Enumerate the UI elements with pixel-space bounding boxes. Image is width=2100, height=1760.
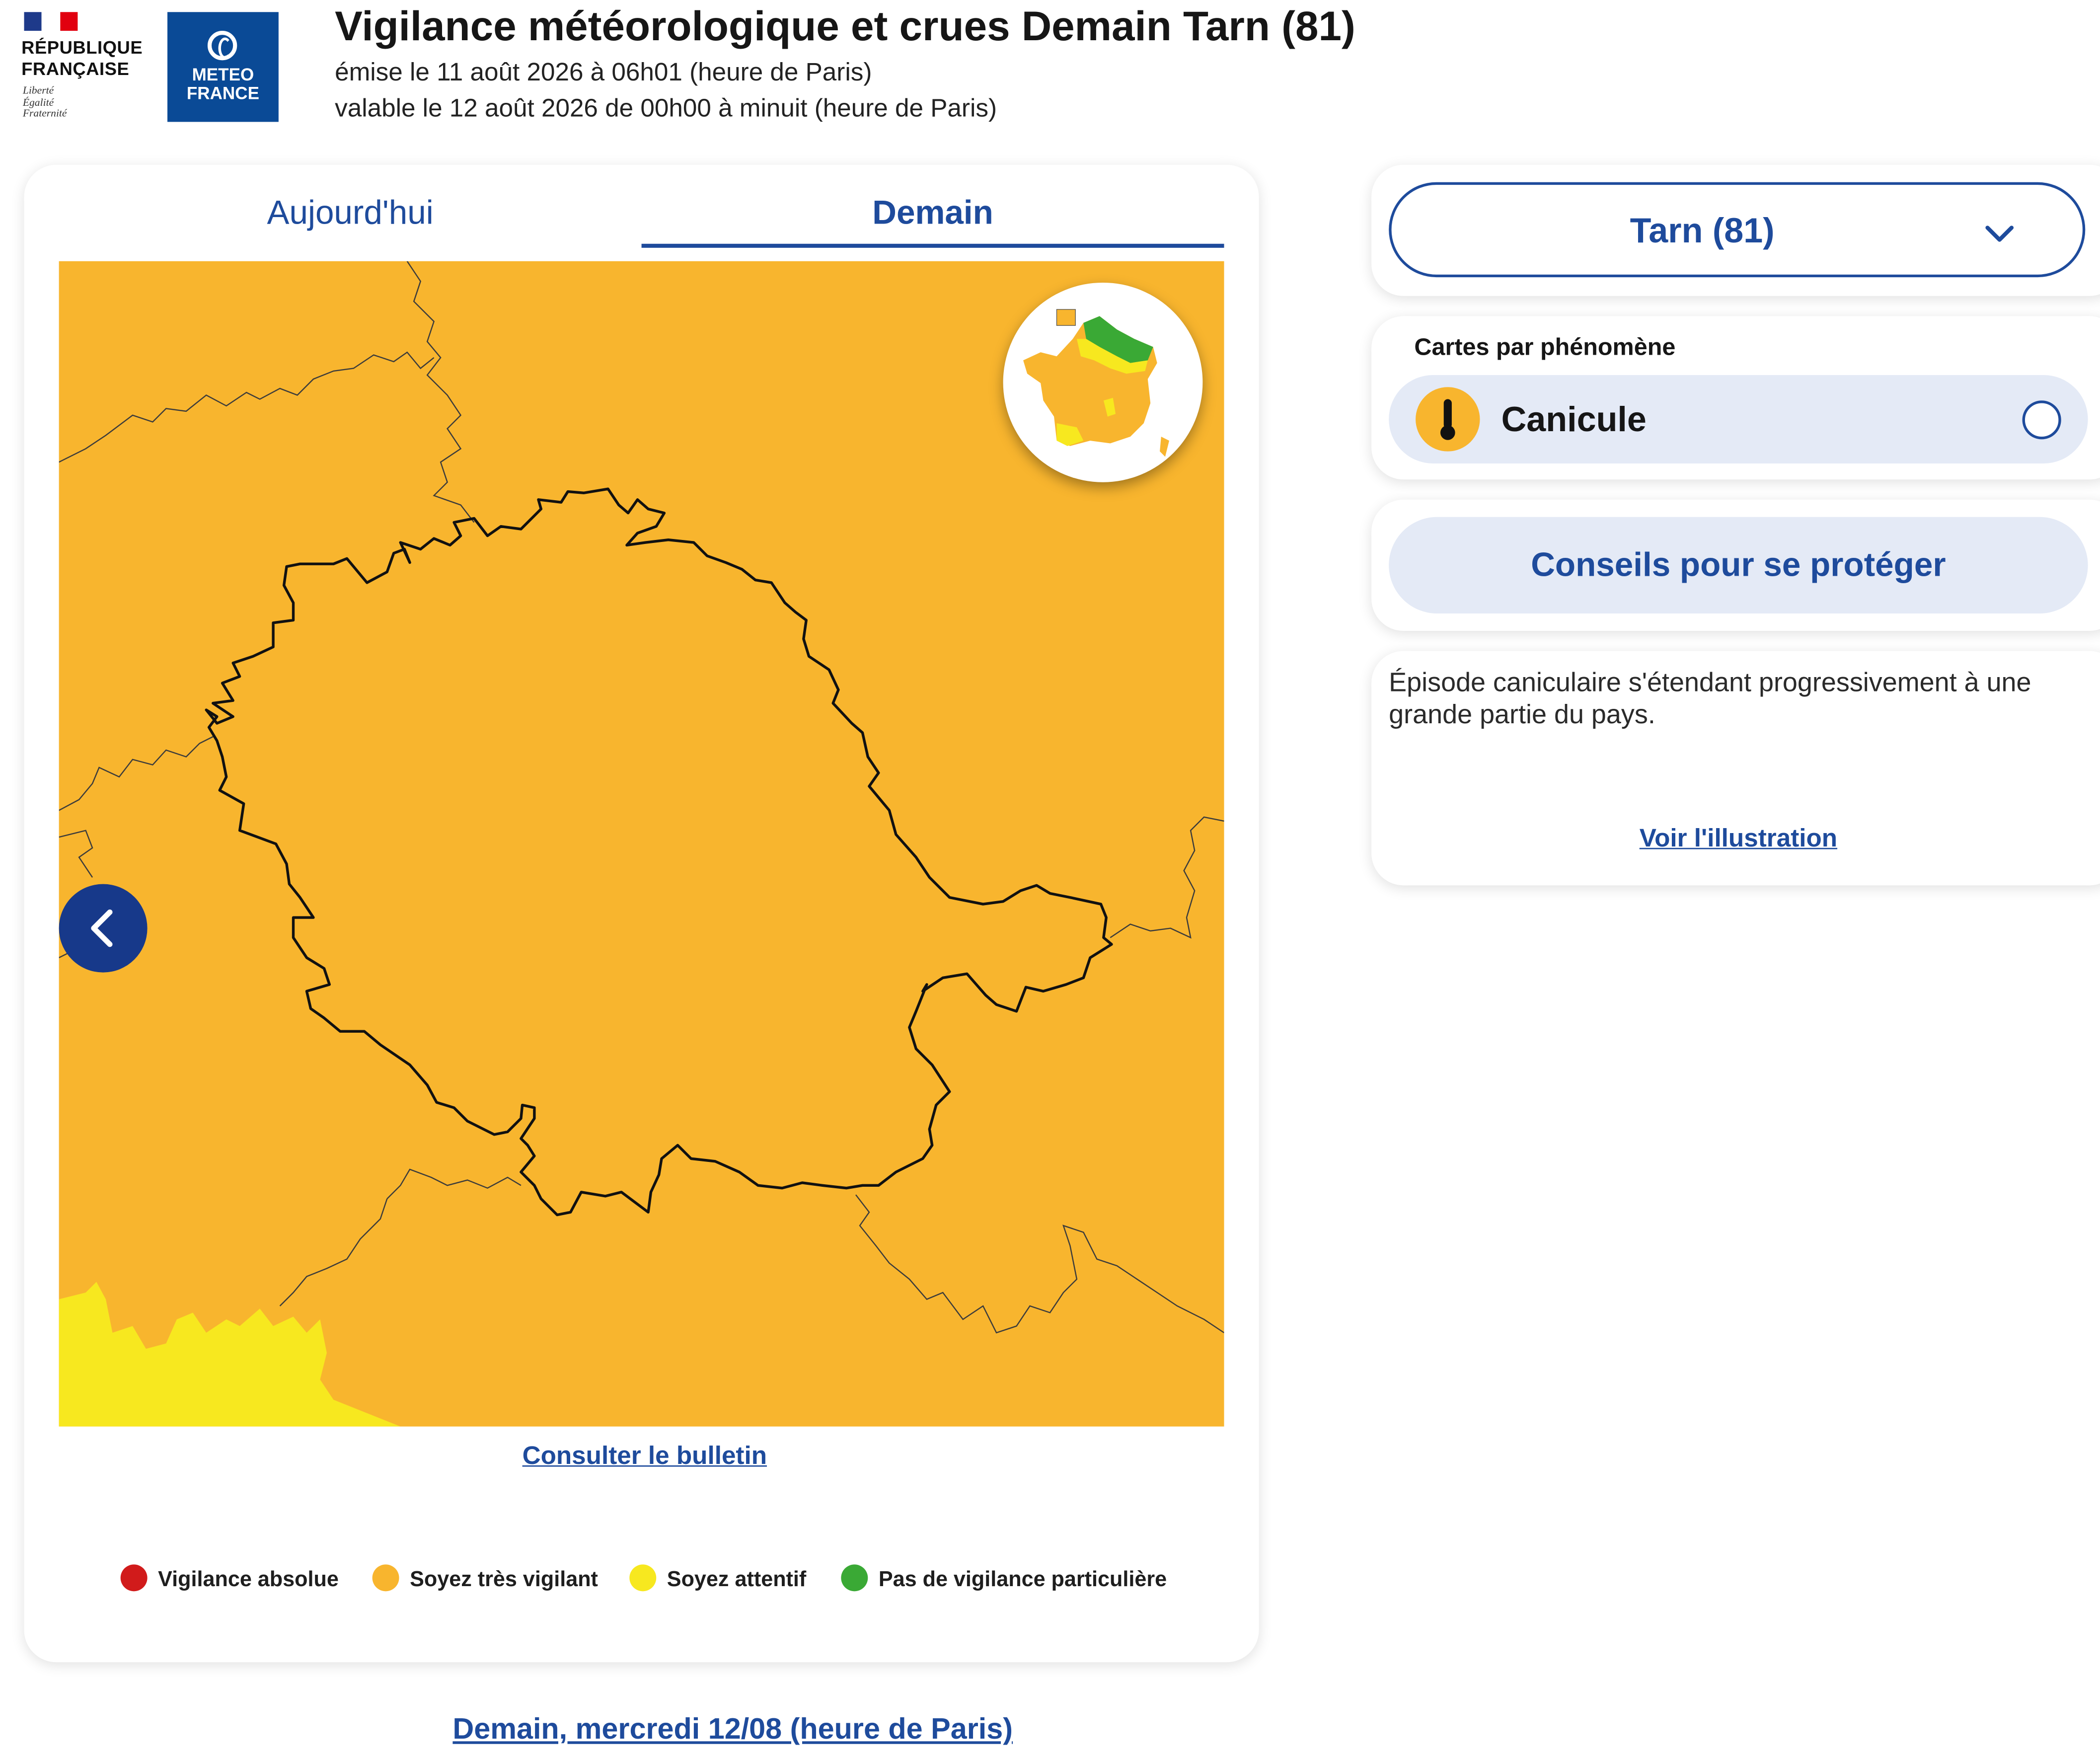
- department-select[interactable]: Tarn (81): [1389, 182, 2086, 278]
- phenomena-title: Cartes par phénomène: [1414, 333, 1676, 361]
- green-dot-icon: [841, 1564, 868, 1592]
- meteo-france-icon: [207, 31, 237, 61]
- see-illustration-link[interactable]: Voir l'illustration: [1371, 825, 2100, 854]
- forecast-day-heading[interactable]: Demain, mercredi 12/08 (heure de Paris): [452, 1712, 1013, 1747]
- description-card: Épisode caniculaire s'étendant progressi…: [1371, 651, 2100, 886]
- france-minimap-drawing: [1023, 309, 1169, 457]
- meteo-france-logo: METEO FRANCE: [167, 12, 279, 122]
- red-dot-icon: [120, 1564, 148, 1592]
- advice-card: Conseils pour se protéger: [1371, 499, 2100, 631]
- legend-item-green: Pas de vigilance particulière: [841, 1564, 1167, 1597]
- french-flag-icon: [24, 12, 78, 31]
- thermometer-icon: [1416, 387, 1480, 452]
- tarn-outline: [205, 487, 1113, 1217]
- phenomenon-radio[interactable]: [2022, 400, 2061, 440]
- previous-day-button[interactable]: [59, 884, 148, 973]
- active-tab-indicator: [641, 243, 1224, 248]
- issued-date: émise le 11 août 2026 à 06h01 (heure de …: [335, 59, 872, 87]
- tab-today[interactable]: Aujourd'hui: [59, 194, 642, 248]
- episode-description: Épisode caniculaire s'étendant progressi…: [1389, 668, 2031, 730]
- republique-francaise-logo: RÉPUBLIQUE FRANÇAISE Liberté Égalité Fra…: [19, 8, 153, 126]
- department-card: Tarn (81): [1371, 164, 2100, 296]
- phenomena-card: Cartes par phénomène Canicule: [1371, 316, 2100, 480]
- legend-item-yellow: Soyez attentif: [629, 1564, 806, 1597]
- phenomenon-label: Canicule: [1501, 399, 1647, 440]
- page-title: Vigilance météorologique et crues Demain…: [335, 2, 1355, 50]
- yellow-dot-icon: [629, 1564, 657, 1592]
- orange-dot-icon: [372, 1564, 399, 1592]
- legend-item-orange: Soyez très vigilant: [372, 1564, 598, 1597]
- validity-date: valable le 12 août 2026 de 00h00 à minui…: [335, 95, 997, 124]
- yellow-zone: [59, 1282, 401, 1427]
- chevron-left-icon: [91, 909, 113, 947]
- protection-advice-button[interactable]: Conseils pour se protéger: [1389, 517, 2088, 613]
- consult-bulletin-link[interactable]: Consulter le bulletin: [523, 1443, 767, 1472]
- chevron-down-icon: [1985, 226, 2014, 242]
- france-minimap[interactable]: [1003, 282, 1203, 482]
- legend-item-red: Vigilance absolue: [120, 1564, 339, 1597]
- department-select-value: Tarn (81): [1630, 210, 1775, 251]
- tab-tomorrow[interactable]: Demain: [642, 194, 1224, 248]
- phenomenon-item-canicule[interactable]: Canicule: [1389, 375, 2088, 463]
